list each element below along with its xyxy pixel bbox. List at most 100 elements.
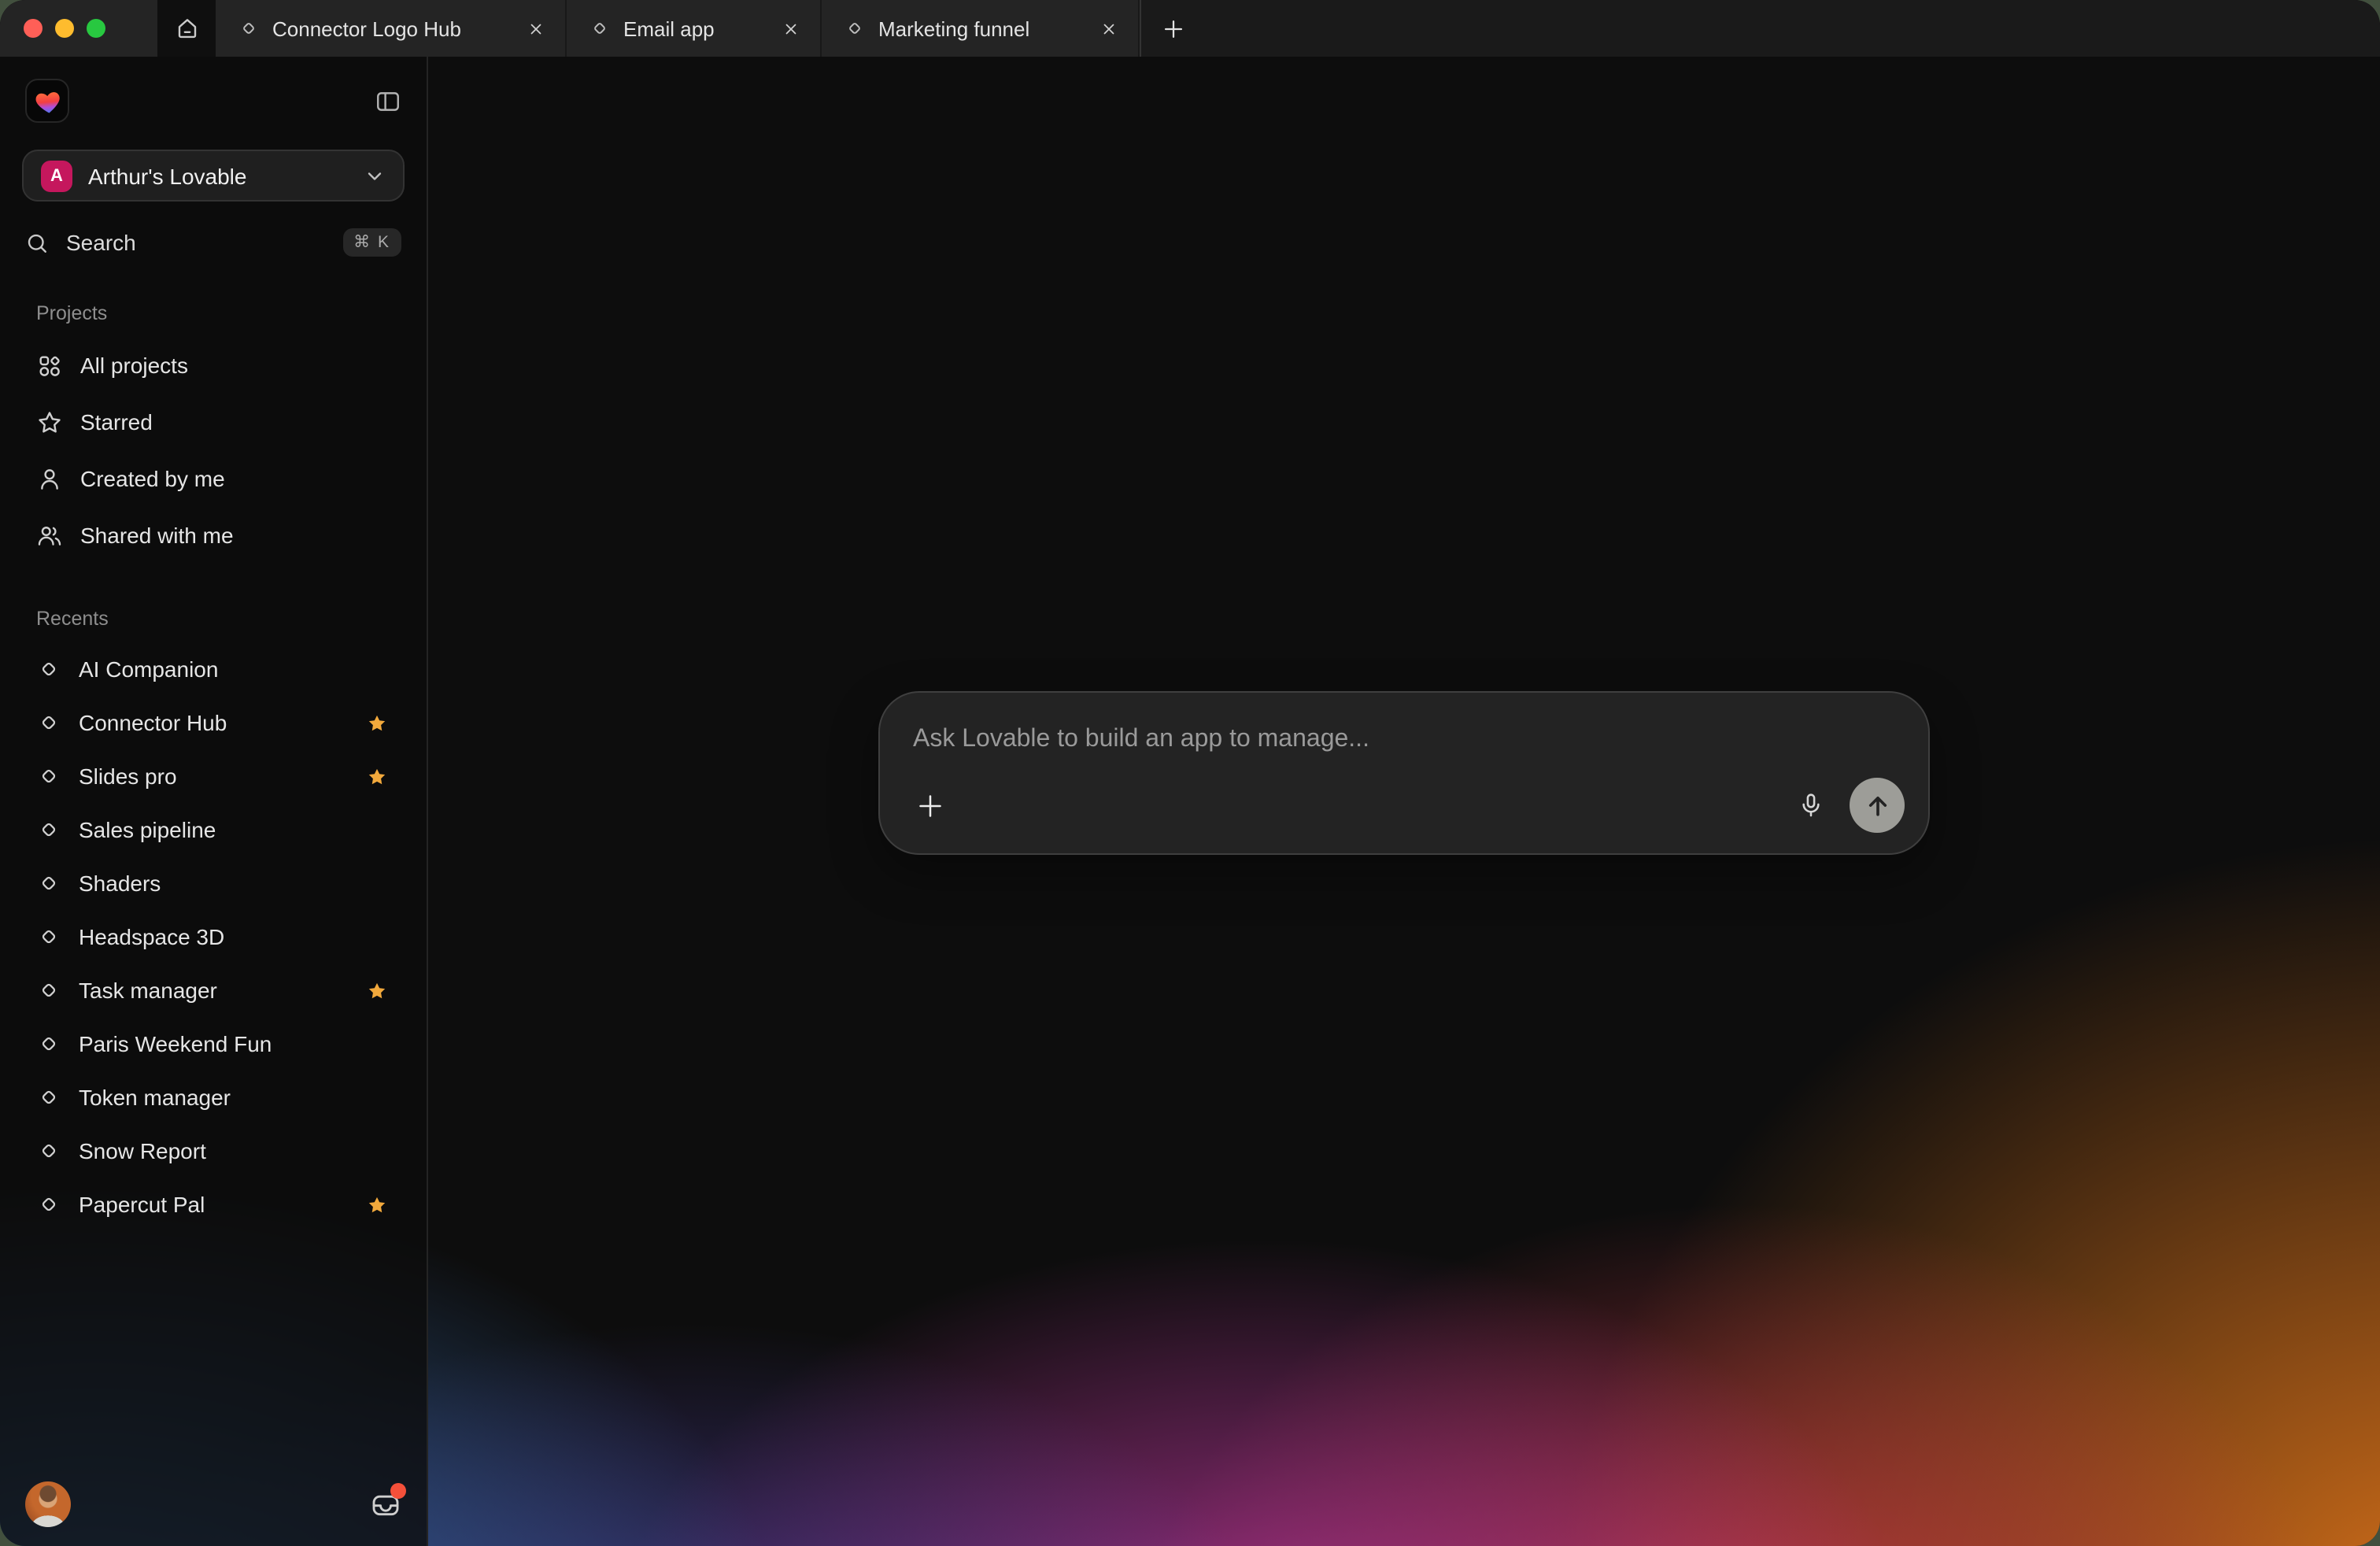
- diamond-icon: [844, 17, 866, 39]
- zoom-window-button[interactable]: [87, 19, 105, 38]
- sidebar: A Arthur's Lovable Search ⌘ K Projects: [0, 57, 428, 1546]
- close-tab-icon[interactable]: [778, 16, 803, 41]
- project-name: AI Companion: [79, 656, 387, 682]
- star-outline-icon: [36, 409, 63, 435]
- microphone-icon: [1797, 792, 1824, 819]
- diamond-icon: [36, 710, 61, 735]
- sidebar-item-sales-pipeline[interactable]: Sales pipeline: [0, 803, 427, 856]
- star-icon: [367, 980, 387, 1000]
- search-icon: [25, 231, 49, 254]
- diamond-icon: [36, 1031, 61, 1056]
- people-icon: [36, 522, 63, 549]
- tab-connector-logo-hub[interactable]: Connector Logo Hub: [216, 0, 567, 57]
- sidebar-item-shaders[interactable]: Shaders: [0, 856, 427, 910]
- close-window-button[interactable]: [24, 19, 42, 38]
- diamond-icon: [36, 817, 61, 842]
- workspace-name: Arthur's Lovable: [88, 163, 364, 188]
- lovable-logo[interactable]: [25, 79, 69, 123]
- close-tab-icon[interactable]: [1096, 16, 1121, 41]
- tab-label: Email app: [623, 17, 765, 40]
- diamond-icon: [36, 764, 61, 789]
- stage: Connector Logo Hub Email app Marke: [0, 0, 2380, 1546]
- sidebar-item-task-manager[interactable]: Task manager: [0, 963, 427, 1017]
- search-shortcut: ⌘ K: [342, 228, 401, 257]
- project-name: Slides pro: [79, 764, 367, 789]
- prompt-toolbar: [911, 778, 1905, 833]
- tab-label: Marketing funnel: [878, 17, 1083, 40]
- home-icon: [174, 16, 199, 41]
- recents-section-title: Recents: [36, 608, 427, 630]
- sidebar-item-starred[interactable]: Starred: [0, 394, 427, 450]
- sidebar-item-paris-weekend-fun[interactable]: Paris Weekend Fun: [0, 1017, 427, 1071]
- prompt-input[interactable]: [880, 693, 1928, 784]
- plus-icon: [915, 790, 946, 821]
- sidebar-item-snow-report[interactable]: Snow Report: [0, 1124, 427, 1178]
- diamond-icon: [36, 1192, 61, 1217]
- sidebar-item-papercut-pal[interactable]: Papercut Pal: [0, 1178, 427, 1231]
- sidebar-footer: [25, 1481, 403, 1527]
- project-name: Headspace 3D: [79, 924, 387, 949]
- inbox-button[interactable]: [368, 1487, 403, 1522]
- star-icon: [367, 1194, 387, 1215]
- person-icon: [36, 465, 63, 492]
- toggle-sidebar-icon[interactable]: [375, 87, 401, 114]
- sidebar-item-slides-pro[interactable]: Slides pro: [0, 749, 427, 803]
- tab-label: Connector Logo Hub: [272, 17, 510, 40]
- diamond-icon: [589, 17, 611, 39]
- minimize-window-button[interactable]: [55, 19, 74, 38]
- arrow-up-icon: [1863, 791, 1891, 819]
- sidebar-item-token-manager[interactable]: Token manager: [0, 1071, 427, 1124]
- tab-home[interactable]: [157, 0, 216, 57]
- project-name: Token manager: [79, 1085, 387, 1110]
- search-label: Search: [66, 230, 342, 255]
- app-body: A Arthur's Lovable Search ⌘ K Projects: [0, 57, 2380, 1546]
- diamond-icon: [36, 1085, 61, 1110]
- projects-section-title: Projects: [36, 302, 427, 324]
- sidebar-item-connector-hub[interactable]: Connector Hub: [0, 696, 427, 749]
- project-name: Sales pipeline: [79, 817, 387, 842]
- diamond-icon: [36, 924, 61, 949]
- tab-email-app[interactable]: Email app: [567, 0, 822, 57]
- new-tab-zone: [1140, 0, 1187, 57]
- sidebar-item-label: Starred: [80, 409, 387, 435]
- project-name: Shaders: [79, 871, 387, 896]
- send-button[interactable]: [1850, 778, 1905, 833]
- mic-button[interactable]: [1791, 786, 1829, 824]
- sidebar-item-label: Created by me: [80, 466, 387, 491]
- user-avatar[interactable]: [25, 1481, 71, 1527]
- chevron-down-icon: [364, 165, 386, 187]
- project-name: Papercut Pal: [79, 1192, 367, 1217]
- sidebar-item-label: All projects: [80, 353, 387, 378]
- window-controls: [0, 0, 157, 57]
- project-name: Paris Weekend Fun: [79, 1031, 387, 1056]
- sidebar-item-label: Shared with me: [80, 523, 387, 548]
- tab-bar: Connector Logo Hub Email app Marke: [0, 0, 2380, 57]
- sidebar-item-shared-with-me[interactable]: Shared with me: [0, 507, 427, 564]
- attach-button[interactable]: [911, 786, 949, 824]
- notification-dot: [390, 1482, 406, 1498]
- sidebar-header: [25, 79, 401, 123]
- workspace-avatar: A: [41, 160, 72, 191]
- workspace-selector[interactable]: A Arthur's Lovable: [22, 150, 405, 202]
- star-icon: [367, 712, 387, 733]
- prompt-box: [878, 691, 1930, 855]
- grid-shapes-icon: [36, 352, 63, 379]
- close-tab-icon[interactable]: [523, 16, 548, 41]
- project-name: Snow Report: [79, 1138, 387, 1163]
- sidebar-item-all-projects[interactable]: All projects: [0, 337, 427, 394]
- sidebar-item-ai-companion[interactable]: AI Companion: [0, 642, 427, 696]
- diamond-icon: [36, 1138, 61, 1163]
- sidebar-item-created-by-me[interactable]: Created by me: [0, 450, 427, 507]
- lovable-app-window: Connector Logo Hub Email app Marke: [0, 0, 2380, 1546]
- diamond-icon: [238, 17, 260, 39]
- main-area: [428, 57, 2380, 1546]
- project-name: Task manager: [79, 978, 367, 1003]
- tab-marketing-funnel[interactable]: Marketing funnel: [822, 0, 1140, 57]
- sidebar-item-headspace-3d[interactable]: Headspace 3D: [0, 910, 427, 963]
- star-icon: [367, 766, 387, 786]
- diamond-icon: [36, 871, 61, 896]
- diamond-icon: [36, 656, 61, 682]
- search-button[interactable]: Search ⌘ K: [25, 224, 401, 261]
- diamond-icon: [36, 978, 61, 1003]
- new-tab-button[interactable]: [1160, 15, 1187, 42]
